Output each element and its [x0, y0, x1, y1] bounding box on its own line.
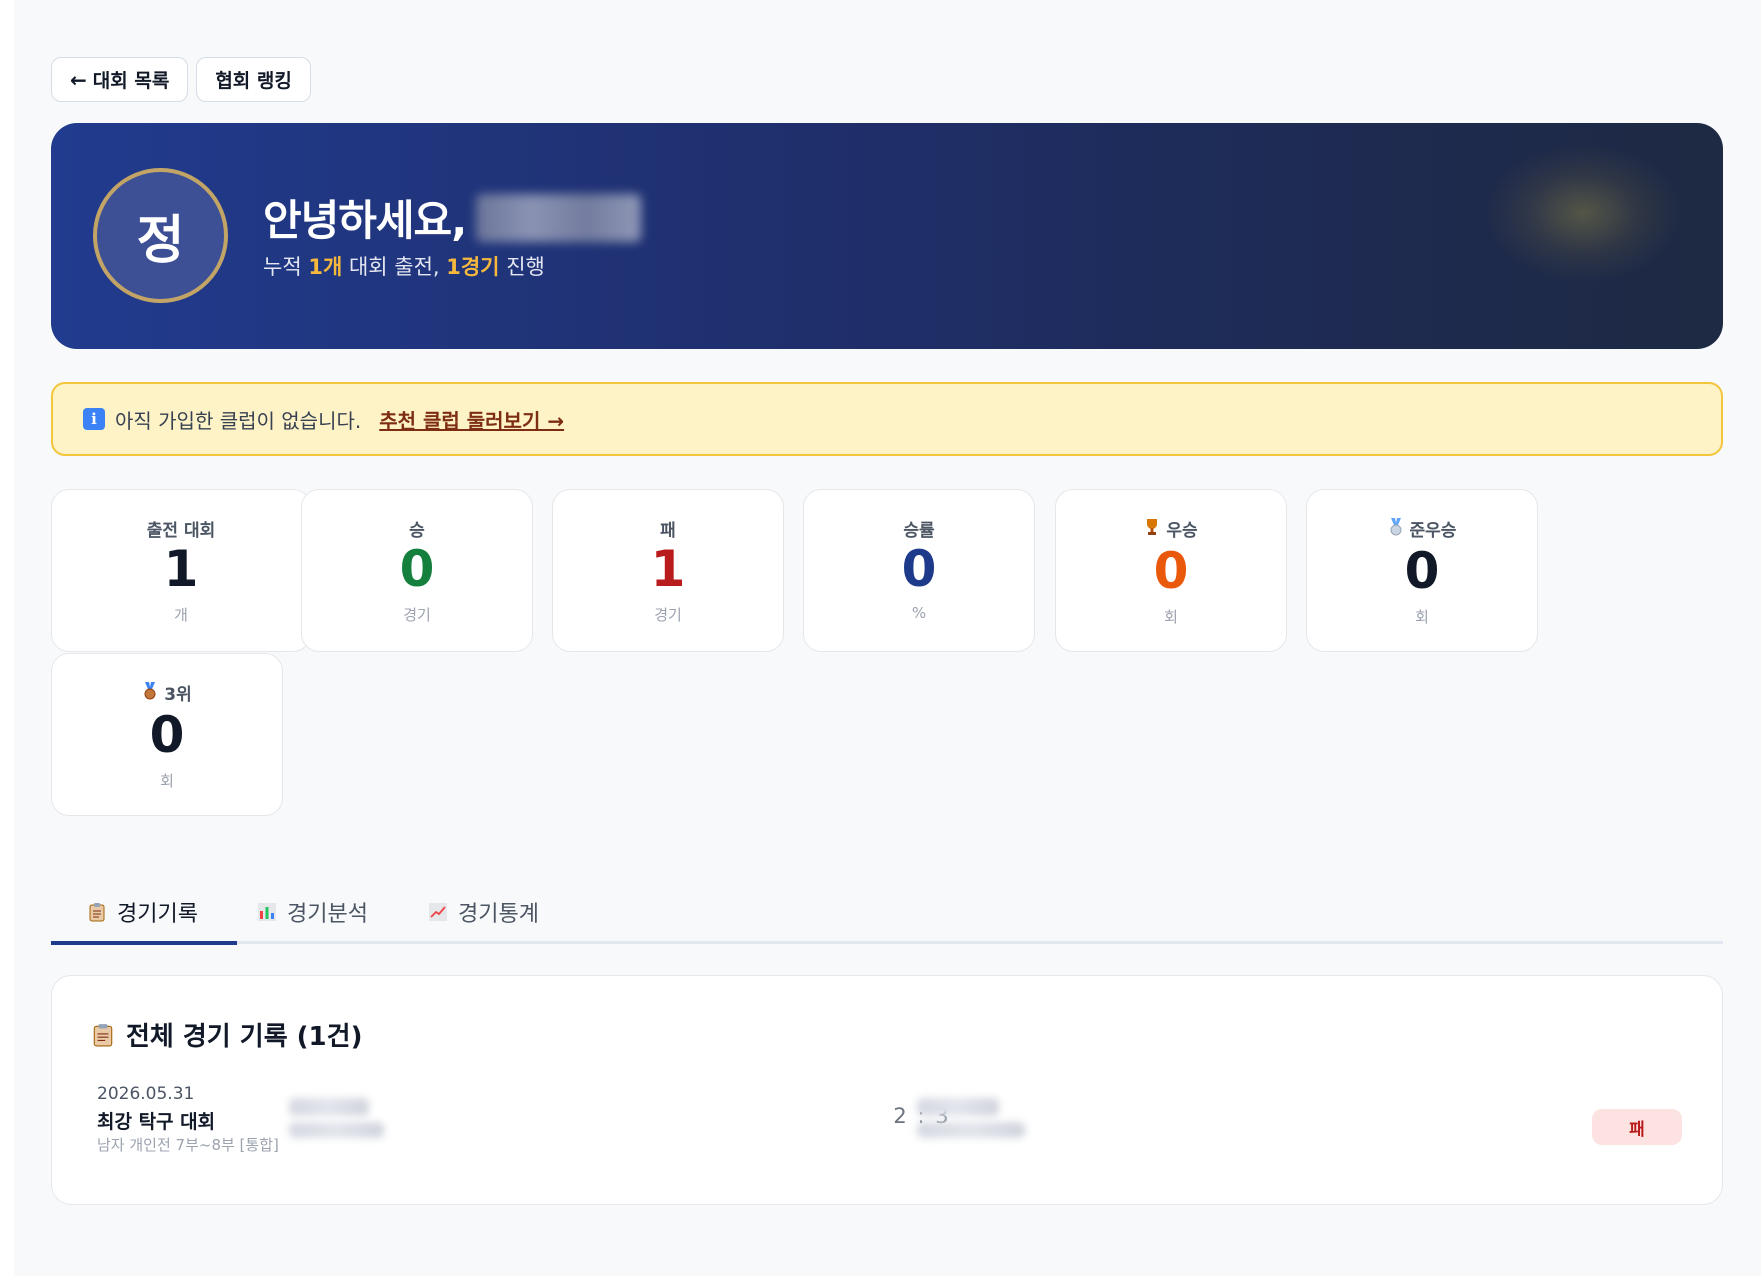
notice-text: 아직 가입한 클럽이 없습니다. — [115, 408, 362, 433]
browse-recommended-clubs-link[interactable]: 추천 클럽 둘러보기 → — [379, 405, 564, 434]
stat-label: 우승 — [1166, 521, 1198, 541]
tab-match-records[interactable]: 경기기록 — [87, 880, 198, 944]
summary-suffix: 진행 — [499, 255, 545, 279]
stat-label-wrap: 준우승 — [1307, 516, 1537, 541]
clipboard-icon — [89, 903, 105, 922]
summary-middle: 대회 출전, — [342, 255, 447, 279]
stat-unit: 개 — [174, 606, 188, 624]
stat-value: 0 — [901, 540, 937, 598]
stat-label: 출전 대회 — [146, 521, 216, 541]
stat-value: 1 — [163, 540, 199, 598]
stat-unit: % — [911, 604, 927, 622]
redacted-opponent-club — [917, 1122, 1025, 1138]
stat-card-wins: 승 0 경기 — [301, 489, 533, 652]
tournaments-count: 1개 — [308, 255, 343, 279]
stat-card-runner-up: 준우승 0 회 — [1306, 489, 1538, 652]
record-tabs: 경기기록 경기분석 경기통계 — [51, 880, 1723, 945]
stat-value: 0 — [1153, 542, 1189, 600]
panel-title: 전체 경기 기록 (1건) — [92, 1016, 362, 1053]
redacted-player-name — [289, 1098, 369, 1116]
info-icon: i — [83, 408, 105, 430]
avatar: 정 — [93, 168, 228, 303]
stat-card-tournaments: 출전 대회 1 개 — [51, 489, 311, 652]
active-tab-indicator — [51, 941, 237, 945]
clipboard-icon — [93, 1023, 113, 1046]
line-chart-icon — [429, 903, 447, 921]
stat-card-third-place: 3위 0 회 — [51, 653, 283, 816]
bar-chart-icon — [258, 903, 276, 921]
match-records-panel: 전체 경기 기록 (1건) 2026.05.31 최강 탁구 대회 남자 개인전… — [51, 975, 1723, 1205]
back-to-tournaments-button[interactable]: ← 대회 목록 — [51, 57, 189, 102]
stat-label-wrap: 출전 대회 — [52, 516, 310, 541]
stat-label: 승 — [409, 521, 425, 541]
stat-unit: 경기 — [654, 606, 682, 624]
association-ranking-button[interactable]: 협회 랭킹 — [196, 57, 311, 102]
match-record-row[interactable]: 2026.05.31 최강 탁구 대회 남자 개인전 7부~8부 [통합] 2 … — [97, 1084, 1682, 1164]
stat-value: 0 — [1404, 542, 1440, 600]
stat-label: 패 — [660, 521, 676, 541]
stat-card-win-rate: 승률 0 % — [803, 489, 1035, 652]
profile-hero-banner: 정 안녕하세요, 누적 1개 대회 출전, 1경기 진행 — [51, 123, 1723, 349]
redacted-opponent-name — [917, 1098, 999, 1116]
stat-label-wrap: 승 — [302, 516, 532, 541]
stat-unit: 회 — [1164, 608, 1178, 626]
match-date: 2026.05.31 — [97, 1084, 195, 1104]
page-background: ← 대회 목록 협회 랭킹 정 안녕하세요, 누적 1개 대회 출전, 1경기 … — [14, 0, 1761, 1276]
stat-card-losses: 패 1 경기 — [552, 489, 784, 652]
stat-label-wrap: 패 — [553, 516, 783, 541]
career-summary: 누적 1개 대회 출전, 1경기 진행 — [263, 251, 545, 281]
stat-label-wrap: 3위 — [52, 680, 282, 705]
tab-match-statistics[interactable]: 경기통계 — [428, 880, 539, 944]
stat-value: 1 — [650, 540, 686, 598]
arrow-left-icon: ← — [70, 67, 87, 92]
tab-label: 경기기록 — [117, 902, 198, 927]
greeting-title: 안녕하세요, — [263, 187, 642, 248]
stat-label: 승률 — [903, 521, 935, 541]
matches-count: 1경기 — [446, 255, 500, 279]
redacted-player-club — [289, 1122, 384, 1138]
tab-match-analysis[interactable]: 경기분석 — [257, 880, 368, 944]
panel-title-text: 전체 경기 기록 (1건) — [126, 1022, 363, 1052]
hero-glow-decoration — [1483, 143, 1683, 283]
summary-prefix: 누적 — [263, 255, 309, 279]
stat-label: 준우승 — [1409, 521, 1457, 541]
top-nav: ← 대회 목록 협회 랭킹 — [51, 57, 311, 102]
stat-label: 3위 — [164, 685, 192, 705]
ranking-button-label: 협회 랭킹 — [215, 70, 292, 92]
tab-label: 경기통계 — [458, 902, 539, 927]
bronze-medal-icon — [142, 681, 158, 704]
stat-card-champion: 우승 0 회 — [1055, 489, 1287, 652]
stat-label-wrap: 승률 — [804, 516, 1034, 541]
stat-unit: 경기 — [403, 606, 431, 624]
back-button-label: 대회 목록 — [92, 70, 170, 92]
silver-medal-icon — [1388, 517, 1404, 540]
greeting-text: 안녕하세요, — [263, 196, 467, 245]
no-club-notice: i 아직 가입한 클럽이 없습니다. 추천 클럽 둘러보기 → — [51, 382, 1723, 456]
tab-label: 경기분석 — [287, 902, 368, 927]
result-badge: 패 — [1592, 1109, 1682, 1145]
stat-unit: 회 — [160, 772, 174, 790]
stat-label-wrap: 우승 — [1056, 516, 1286, 541]
trophy-icon — [1144, 518, 1160, 540]
redacted-user-name — [476, 193, 642, 242]
stat-unit: 회 — [1415, 608, 1429, 626]
match-category: 남자 개인전 7부~8부 [통합] — [97, 1136, 279, 1154]
stat-value: 0 — [399, 540, 435, 598]
stat-value: 0 — [149, 706, 185, 764]
tournament-name: 최강 탁구 대회 — [97, 1111, 216, 1133]
